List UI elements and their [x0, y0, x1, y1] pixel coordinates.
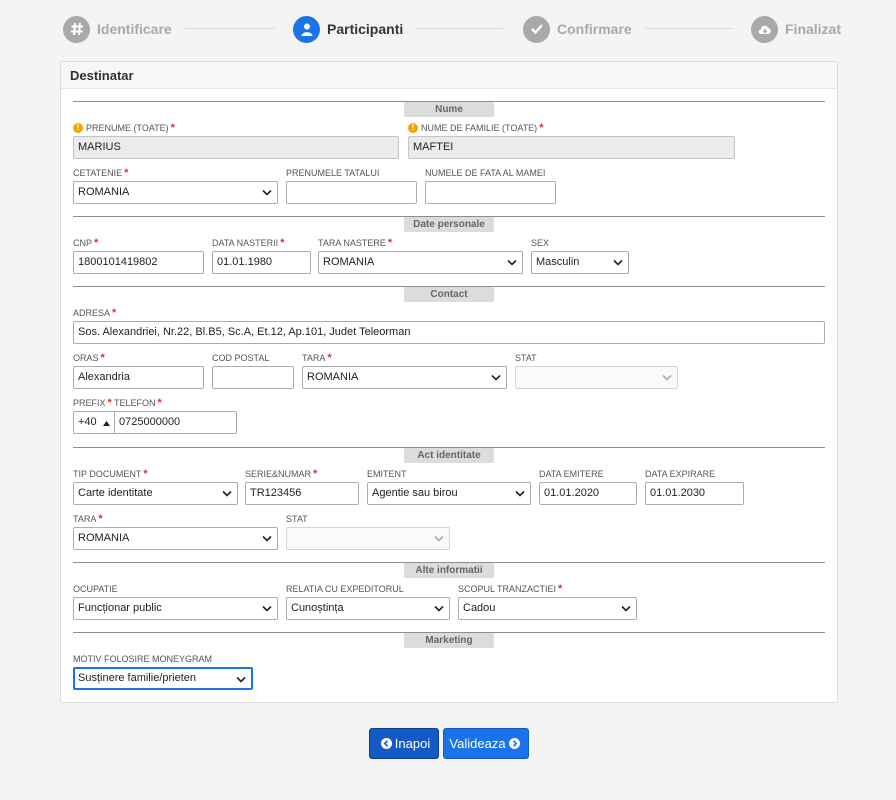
chevron-down-icon: [236, 676, 246, 683]
arrow-left-circle-icon: [380, 738, 392, 749]
chevron-down-icon: [262, 189, 272, 196]
nume-familie-field[interactable]: MAFTEI: [408, 136, 735, 159]
relatia-select[interactable]: Cunoștința: [286, 597, 450, 620]
tara-contact-select[interactable]: ROMANIA: [302, 366, 507, 389]
step-divider: [415, 28, 503, 29]
label-tara-nastere: TARA NASTERE *: [318, 237, 393, 249]
label-cetatenie: CETATENIE *: [73, 167, 129, 179]
cloud-download-icon: [751, 15, 778, 43]
chevron-down-icon: [613, 259, 623, 266]
warning-icon: !: [408, 123, 418, 133]
step-divider: [185, 28, 275, 29]
label-data-nasterii: DATA NASTERII *: [212, 237, 285, 249]
section-title-marketing: Marketing: [404, 633, 494, 648]
chevron-down-icon: [491, 374, 501, 381]
section-title-contact: Contact: [404, 287, 494, 302]
prefix-select[interactable]: +40: [73, 411, 115, 434]
label-relatia: RELATIA CU EXPEDITORUL: [286, 584, 404, 594]
tara-act-select[interactable]: ROMANIA: [73, 527, 278, 550]
scopul-select[interactable]: Cadou: [458, 597, 637, 620]
user-icon: [293, 15, 320, 43]
sex-select[interactable]: Masculin: [531, 251, 629, 274]
label-serie-numar: SERIE&NUMAR *: [245, 468, 318, 480]
tip-document-select[interactable]: Carte identitate: [73, 482, 238, 505]
chevron-down-icon: [434, 535, 444, 542]
prenumele-tatalui-field[interactable]: [286, 181, 417, 204]
cnp-field[interactable]: 1800101419802: [73, 251, 204, 274]
tara-nastere-select[interactable]: ROMANIA: [318, 251, 523, 274]
chevron-down-icon: [222, 490, 232, 497]
stat-contact-select[interactable]: [515, 366, 678, 389]
stat-act-select[interactable]: [286, 527, 450, 550]
label-stat-act: STAT: [286, 514, 308, 524]
chevron-down-icon: [621, 605, 631, 612]
step-label: Identificare: [97, 21, 172, 37]
ocupatie-select[interactable]: Funcționar public: [73, 597, 278, 620]
data-emitere-field[interactable]: 01.01.2020: [539, 482, 637, 505]
label-prenume: ! PRENUME (TOATE) *: [73, 123, 175, 134]
step-divider: [645, 28, 733, 29]
label-tara-act: TARA *: [73, 513, 103, 525]
caret-up-icon: [103, 421, 110, 426]
chevron-down-icon: [434, 605, 444, 612]
label-sex: SEX: [531, 238, 550, 248]
label-data-emitere: DATA EMITERE: [539, 469, 604, 479]
label-nume-fata-mama: NUMELE DE FATA AL MAMEI: [425, 168, 546, 178]
step-label: Finalizat: [785, 21, 842, 37]
oras-field[interactable]: Alexandria: [73, 366, 204, 389]
label-emitent: EMITENT: [367, 469, 407, 479]
label-cod-postal: COD POSTAL: [212, 353, 270, 363]
label-stat-contact: STAT: [515, 353, 537, 363]
label-oras: ORAS *: [73, 352, 105, 364]
prenume-field[interactable]: MARIUS: [73, 136, 399, 159]
cod-postal-field[interactable]: [212, 366, 294, 389]
label-prenumele-tatalui: PRENUMELE TATALUI: [286, 168, 380, 178]
validate-button[interactable]: Valideaza: [443, 728, 529, 759]
check-icon: [523, 15, 550, 43]
label-prefix: PREFIX *: [73, 397, 112, 409]
motiv-select[interactable]: Susținere familie/prieten: [73, 667, 253, 690]
card-title: Destinatar: [70, 68, 134, 83]
telefon-field[interactable]: 0725000000: [114, 411, 237, 434]
nume-fata-mama-field[interactable]: [425, 181, 556, 204]
chevron-down-icon: [262, 605, 272, 612]
section-title-act-identitate: Act identitate: [404, 448, 494, 463]
warning-icon: !: [73, 123, 83, 133]
chevron-down-icon: [515, 490, 525, 497]
step-finalizat[interactable]: Finalizat: [751, 14, 841, 44]
step-identificare[interactable]: Identificare: [63, 14, 172, 44]
chevron-down-icon: [507, 259, 517, 266]
label-ocupatie: OCUPATIE: [73, 584, 118, 594]
arrow-right-circle-icon: [508, 738, 520, 749]
label-cnp: CNP *: [73, 237, 99, 249]
chevron-down-icon: [662, 374, 672, 381]
label-tara-contact: TARA *: [302, 352, 332, 364]
section-title-alte-informatii: Alte informatii: [404, 563, 494, 578]
label-nume-familie: ! NUME DE FAMILIE (TOATE) *: [408, 123, 543, 134]
step-confirmare[interactable]: Confirmare: [523, 14, 632, 44]
label-data-expirare: DATA EXPIRARE: [645, 469, 716, 479]
serie-numar-field[interactable]: TR123456: [245, 482, 359, 505]
data-expirare-field[interactable]: 01.01.2030: [645, 482, 744, 505]
section-title-date-personale: Date personale: [404, 217, 494, 232]
cetatenie-select[interactable]: ROMANIA: [73, 181, 278, 204]
card-header: Destinatar: [61, 62, 837, 89]
back-button[interactable]: Inapoi: [369, 728, 439, 759]
step-label: Confirmare: [557, 21, 632, 37]
hash-icon: [63, 15, 90, 43]
label-motiv: MOTIV FOLOSIRE MONEYGRAM: [73, 654, 213, 664]
label-tip-document: TIP DOCUMENT *: [73, 468, 148, 480]
step-participanti[interactable]: Participanti: [293, 14, 403, 44]
label-scopul: SCOPUL TRANZACTIEI *: [458, 583, 563, 595]
emitent-select[interactable]: Agentie sau birou: [367, 482, 531, 505]
label-telefon: TELEFON *: [114, 397, 162, 409]
data-nasterii-field[interactable]: 01.01.1980: [212, 251, 311, 274]
chevron-down-icon: [262, 535, 272, 542]
step-label: Participanti: [327, 21, 404, 37]
label-adresa: ADRESA *: [73, 307, 117, 319]
section-title-nume: Nume: [404, 102, 494, 117]
adresa-field[interactable]: Sos. Alexandriei, Nr.22, Bl.B5, Sc.A, Et…: [73, 321, 825, 344]
